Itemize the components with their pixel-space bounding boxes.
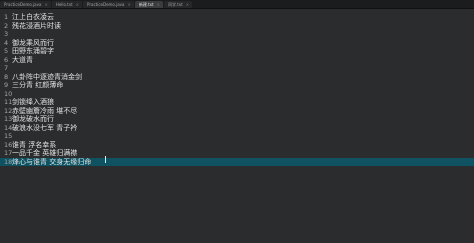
editor-line[interactable]: 6 大道青 [0,56,474,64]
line-text: 八卦阵中逐迹青消金剑 [12,72,82,81]
line-text: 谁青 浮名幸系 [12,140,57,149]
close-icon[interactable]: × [127,1,130,8]
editor-line[interactable]: 13 御龙破水而行 [0,115,474,123]
editor-line[interactable]: 14 破浪水没七军 青子衿 [0,124,474,132]
tab-label: 新建.txt [138,2,154,7]
tab-2[interactable]: Hello.txt × [51,1,83,8]
line-text: 御龙乘风而行 [12,38,54,47]
close-icon[interactable]: × [44,1,47,8]
editor-line[interactable]: 9 三分青 红颜薄命 [0,81,474,89]
editor-line[interactable]: 18 烽心与谁青 交身无缘归命 [0,157,474,166]
line-text: 江上白衣凌云 [12,13,54,21]
line-text: 大道青 [12,55,33,64]
close-icon[interactable]: × [186,1,189,8]
line-number: 7 [4,64,9,72]
line-text: 残花浸酒片时读 [12,21,61,30]
text-editor[interactable]: 1 江上白衣凌云 2 残花浸酒片时读 3 4 御龙乘风而行 5 田野东涌碧字 6 大道青 7 8 八卦阵中… [0,9,474,243]
tab-4[interactable]: 新建.txt × [134,1,163,8]
tab-label: Hello.txt [55,2,73,7]
line-text: 御龙破水而行 [12,115,54,123]
editor-line[interactable]: 16 谁青 浮名幸系 [0,141,474,149]
editor-line[interactable]: 17 一品千金 英雄归满襟 [0,149,474,157]
editor-line[interactable]: 11 剑锁绛入酒狼 [0,98,474,106]
tab-label: PracticeDemo.java [4,2,42,7]
editor-line[interactable]: 1 江上白衣凌云 [0,13,474,21]
line-number: 3 [4,30,9,38]
line-text: 剑锁绛入酒狼 [12,98,54,106]
line-number: 10 [4,89,13,98]
editor-line[interactable]: 5 田野东涌碧字 [0,47,474,55]
tab-5[interactable]: 同学.txt × [163,1,193,8]
line-text: 赤壁幽簷冷雨 堪不尽 [12,106,78,115]
text-cursor [105,156,106,163]
editor-line[interactable]: 12 赤壁幽簷冷雨 堪不尽 [0,107,474,115]
editor-line[interactable]: 4 御龙乘风而行 [0,39,474,47]
editor-line[interactable]: 2 残花浸酒片时读 [0,22,474,30]
editor-line[interactable]: 8 八卦阵中逐迹青消金剑 [0,73,474,81]
tab-3[interactable]: PracticeDemo.java × [83,1,134,8]
line-text: 一品千金 英雄归满襟 [12,149,78,157]
tab-label: 同学.txt [167,2,183,7]
editor-line[interactable]: 7 [0,64,474,72]
tab-1[interactable]: PracticeDemo.java × [0,1,51,8]
line-number: 15 [4,132,13,140]
close-icon[interactable]: × [76,1,79,8]
tab-label: PracticeDemo.java [87,2,125,7]
close-icon[interactable]: × [157,1,160,8]
editor-line[interactable]: 15 [0,132,474,140]
tab-bar: PracticeDemo.java × Hello.txt × PracticeDemo… [0,0,474,9]
line-text: 田野东涌碧字 [12,47,54,55]
editor-line[interactable]: 10 [0,90,474,98]
line-text: 三分青 红颜薄命 [12,81,64,89]
line-text: 破浪水没七军 青子衿 [12,123,78,132]
editor-line[interactable]: 3 [0,30,474,38]
line-text: 烽心与谁青 交身无缘归命 [12,157,92,166]
editor-window: PracticeDemo.java × Hello.txt × PracticeDemo… [0,0,474,243]
